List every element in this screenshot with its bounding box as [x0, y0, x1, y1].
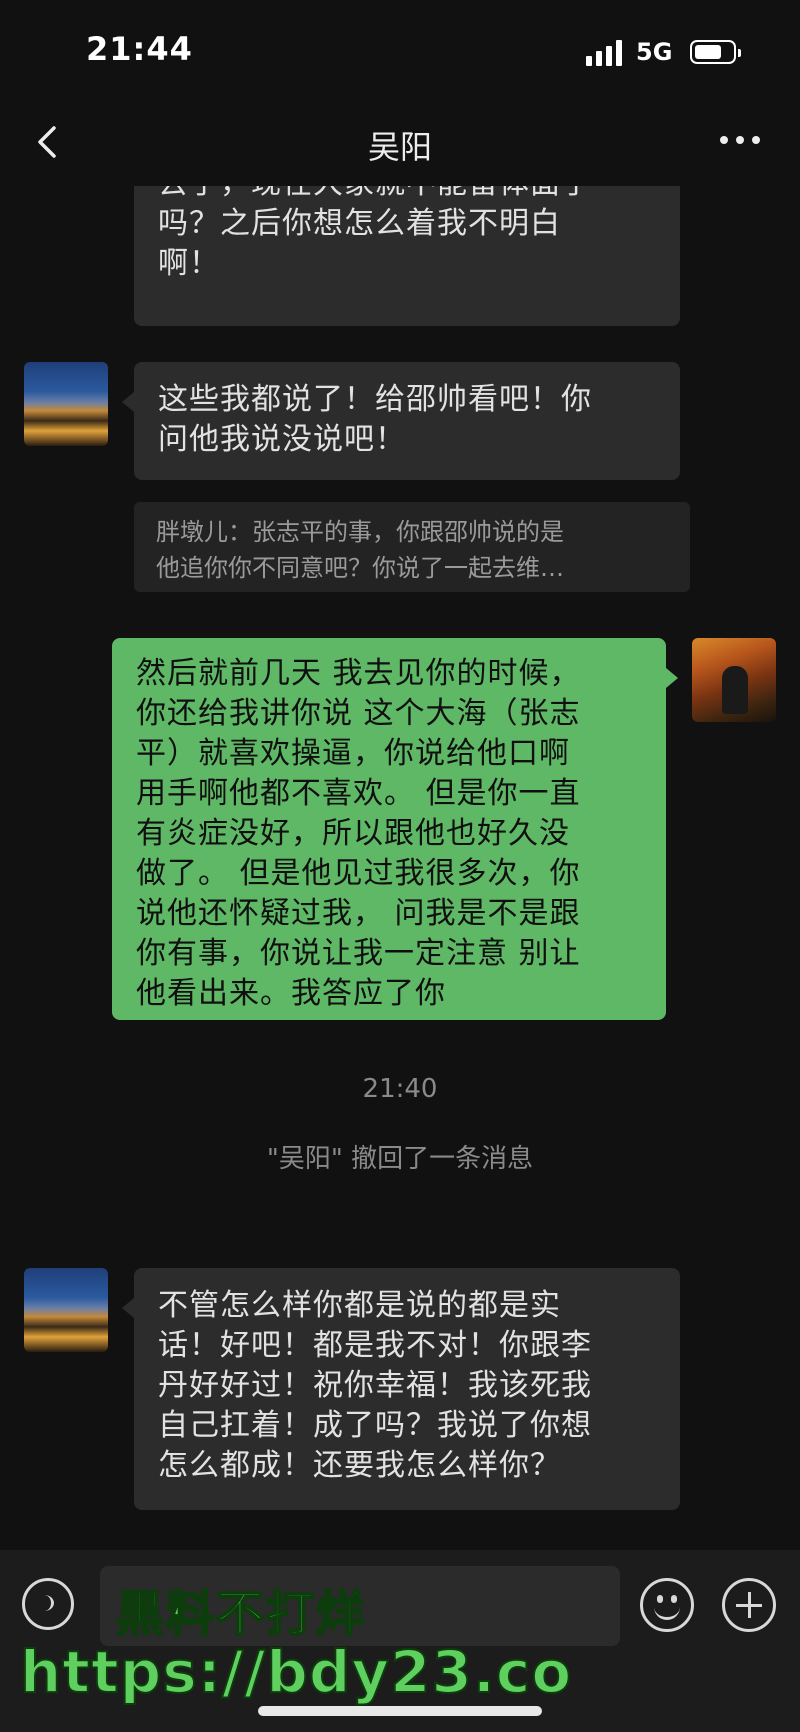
emoji-icon[interactable]: [640, 1578, 694, 1632]
message-timestamp: 21:40: [362, 1074, 438, 1104]
contact-avatar[interactable]: [24, 362, 108, 446]
contact-avatar[interactable]: [24, 1268, 108, 1352]
message-received[interactable]: 不管怎么样你都是说的都是实 话！好吧！都是我不对！你跟李 丹好好过！祝你幸福！我…: [134, 1268, 680, 1510]
message-line: 自己扛着！成了吗？我说了你想: [158, 1408, 592, 1443]
network-type: 5G: [636, 38, 673, 66]
message-line: 吗？之后你想怎么着我不明白: [158, 206, 561, 241]
chat-title: 吴阳: [367, 128, 432, 166]
message-received[interactable]: 去了，现在大家就不能留体面了 吗？之后你想怎么着我不明白 啊！: [134, 186, 680, 326]
message-sent[interactable]: 然后就前几天 我去见你的时候， 你还给我讲你说 这个大海（张志 平）就喜欢操逼，…: [112, 638, 666, 1020]
message-line: 啊！: [158, 246, 220, 281]
message-line: 说他还怀疑过我， 问我是不是跟: [136, 896, 581, 931]
watermark-text: 黑料不打烊: [115, 1585, 367, 1643]
status-time: 21:44: [86, 30, 193, 68]
message-line: 怎么都成！还要我怎么样你？: [158, 1448, 561, 1483]
message-line: 有炎症没好，所以跟他也好久没: [136, 816, 570, 851]
nav-bar: 吴阳: [0, 100, 800, 186]
recall-notice: "吴阳" 撤回了一条消息: [266, 1144, 534, 1174]
plus-icon[interactable]: [722, 1578, 776, 1632]
message-line: 去了，现在大家就不能留体面了: [158, 186, 656, 204]
message-line: 平）就喜欢操逼，你说给他口啊: [136, 736, 570, 771]
quote-line: 他追你你不同意吧？你说了一起去维…: [156, 554, 564, 582]
quote-line: 胖墩儿：张志平的事，你跟邵帅说的是: [156, 518, 564, 546]
message-received[interactable]: 这些我都说了！给邵帅看吧！你 问他我说没说吧！: [134, 362, 680, 480]
chat-area[interactable]: 去了，现在大家就不能留体面了 吗？之后你想怎么着我不明白 啊！ 这些我都说了！给…: [0, 186, 800, 1550]
message-line: 然后就前几天 我去见你的时候，: [136, 656, 581, 691]
battery-icon: [690, 40, 741, 64]
message-line: 丹好好过！祝你幸福！我该死我: [158, 1368, 592, 1403]
watermark-url: https://bdy23.co: [19, 1637, 573, 1707]
my-avatar[interactable]: [692, 638, 776, 722]
more-icon[interactable]: [720, 136, 760, 148]
message-line: 不管怎么样你都是说的都是实: [158, 1288, 561, 1323]
status-bar: 21:44 5G: [0, 0, 800, 100]
message-line: 这些我都说了！给邵帅看吧！你: [158, 382, 592, 417]
voice-icon[interactable]: [22, 1578, 74, 1630]
bubble-tail: [122, 1298, 134, 1318]
message-line: 用手啊他都不喜欢。 但是你一直: [136, 776, 581, 811]
bubble-tail: [122, 392, 134, 412]
message-line: 话！好吧！都是我不对！你跟李: [158, 1328, 592, 1363]
message-line: 你还给我讲你说 这个大海（张志: [136, 696, 581, 731]
bubble-tail: [666, 668, 678, 688]
message-line: 做了。 但是他见过我很多次，你: [136, 856, 581, 891]
signal-icon: [586, 40, 622, 66]
message-line: 你有事，你说让我一定注意 别让: [136, 936, 581, 971]
message-line: 他看出来。我答应了你: [136, 976, 446, 1011]
message-line: 问他我说没说吧！: [158, 422, 406, 457]
quoted-message[interactable]: 胖墩儿：张志平的事，你跟邵帅说的是 他追你你不同意吧？你说了一起去维…: [134, 502, 690, 592]
home-indicator[interactable]: [258, 1706, 542, 1716]
